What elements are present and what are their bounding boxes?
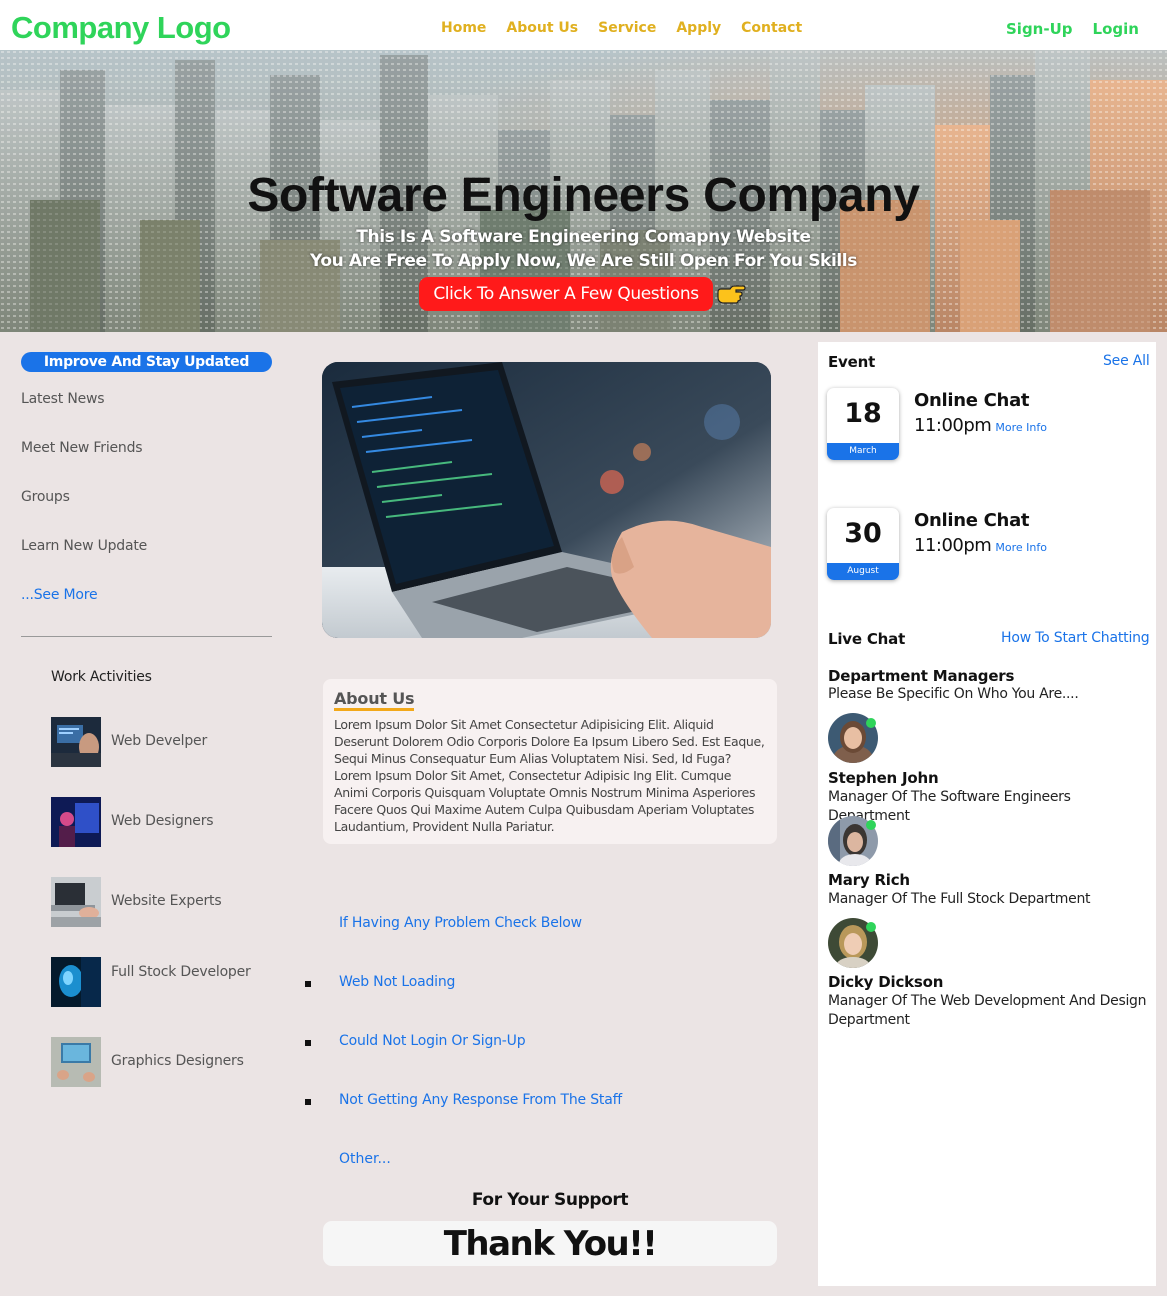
- event-time-value: 11:00pm: [914, 535, 992, 556]
- laptop-coding-image: [322, 362, 771, 638]
- latest-news-link[interactable]: Latest News: [21, 391, 105, 407]
- event-day: 30: [844, 518, 882, 549]
- top-navbar: Company Logo Home About Us Service Apply…: [0, 0, 1167, 50]
- manager-name[interactable]: Mary Rich: [828, 871, 910, 889]
- department-managers-heading: Department Managers: [828, 667, 1015, 685]
- login-link[interactable]: Login: [1093, 20, 1139, 38]
- online-status-indicator: [866, 718, 876, 728]
- event-date-card: 18 March: [827, 388, 899, 460]
- auth-nav: Sign-Up Login: [1006, 20, 1139, 38]
- nav-about-link[interactable]: About Us: [506, 20, 578, 36]
- event-time: 11:00pm More Info: [914, 535, 1047, 556]
- list-bullet: [305, 1099, 311, 1105]
- manager-role: Manager Of The Software Engineers Depart…: [828, 789, 1071, 824]
- work-item-label: Full Stock Developer: [111, 964, 251, 980]
- department-managers-subtitle: Please Be Specific On Who You Are....: [828, 686, 1079, 702]
- groups-link[interactable]: Groups: [21, 489, 70, 505]
- work-activities-heading: Work Activities: [51, 669, 152, 685]
- sidebar-divider: [21, 636, 272, 637]
- about-us-card: About Us Lorem Ipsum Dolor Sit Amet Cons…: [323, 679, 777, 844]
- manager-name[interactable]: Dicky Dickson: [828, 973, 943, 991]
- work-item-label: Web Develper: [111, 733, 208, 749]
- event-time: 11:00pm More Info: [914, 415, 1047, 436]
- event-title: Online Chat: [914, 510, 1030, 531]
- online-status-indicator: [866, 820, 876, 830]
- hero-subtitle-2: You Are Free To Apply Now, We Are Still …: [310, 251, 857, 271]
- manager-role: Manager Of The Web Development And Desig…: [828, 993, 1147, 1028]
- help-login-signup-link[interactable]: Could Not Login Or Sign-Up: [339, 1033, 526, 1049]
- event-day: 18: [844, 398, 882, 429]
- manager-role: Manager Of The Full Stock Department: [828, 891, 1091, 907]
- see-more-link[interactable]: ...See More: [21, 587, 98, 603]
- nav-service-link[interactable]: Service: [598, 20, 656, 36]
- improve-updated-badge: Improve And Stay Updated: [21, 352, 272, 372]
- event-more-info-link[interactable]: More Info: [995, 541, 1047, 554]
- work-item-label: Web Designers: [111, 813, 214, 829]
- main-nav: Home About Us Service Apply Contact: [441, 20, 802, 36]
- nav-contact-link[interactable]: Contact: [741, 20, 802, 36]
- help-web-not-loading-link[interactable]: Web Not Loading: [339, 974, 455, 990]
- work-item-web-developer[interactable]: Web Develper: [51, 717, 271, 767]
- list-bullet: [305, 981, 311, 987]
- list-bullet: [305, 1040, 311, 1046]
- website-experts-thumbnail: [51, 877, 101, 927]
- about-us-text: Lorem Ipsum Dolor Sit Amet Consectetur A…: [334, 717, 765, 834]
- manager-name[interactable]: Stephen John: [828, 769, 939, 787]
- nav-apply-link[interactable]: Apply: [676, 20, 721, 36]
- online-status-indicator: [866, 922, 876, 932]
- questions-cta-button[interactable]: Click To Answer A Few Questions: [419, 277, 713, 311]
- help-no-response-link[interactable]: Not Getting Any Response From The Staff: [339, 1092, 622, 1108]
- nav-home-link[interactable]: Home: [441, 20, 486, 36]
- work-item-web-designers[interactable]: Web Designers: [51, 797, 271, 847]
- hero-title: Software Engineers Company: [247, 169, 920, 222]
- meet-friends-link[interactable]: Meet New Friends: [21, 440, 143, 456]
- how-to-chat-link[interactable]: How To Start Chatting: [1001, 630, 1150, 646]
- web-developer-thumbnail: [51, 717, 101, 767]
- support-text: For Your Support: [471, 1190, 629, 1210]
- web-designers-thumbnail: [51, 797, 101, 847]
- company-logo[interactable]: Company Logo: [11, 10, 231, 46]
- work-item-graphics-designers[interactable]: Graphics Designers: [51, 1037, 271, 1087]
- work-item-label: Website Experts: [111, 893, 222, 909]
- pointing-hand-icon: [717, 285, 746, 304]
- hero-subtitle-1: This Is A Software Engineering Comapny W…: [356, 227, 811, 247]
- help-heading-link[interactable]: If Having Any Problem Check Below: [339, 915, 582, 931]
- live-chat-heading: Live Chat: [828, 630, 906, 648]
- work-item-website-experts[interactable]: Website Experts: [51, 877, 271, 927]
- help-other-link[interactable]: Other...: [339, 1151, 391, 1167]
- about-us-heading: About Us: [334, 689, 415, 711]
- work-item-label: Graphics Designers: [111, 1053, 244, 1069]
- thank-you-banner: Thank You!!: [323, 1221, 777, 1266]
- event-title: Online Chat: [914, 390, 1030, 411]
- event-heading: Event: [828, 353, 876, 371]
- see-all-events-link[interactable]: See All: [1103, 353, 1150, 369]
- event-time-value: 11:00pm: [914, 415, 992, 436]
- signup-link[interactable]: Sign-Up: [1006, 20, 1073, 38]
- hero-banner: Software Engineers Company This Is A Sof…: [0, 50, 1167, 332]
- right-panel: Event See All 18 March Online Chat 11:00…: [818, 342, 1156, 1286]
- event-date-card: 30 August: [827, 508, 899, 580]
- graphics-designers-thumbnail: [51, 1037, 101, 1087]
- full-stock-developer-thumbnail: [51, 957, 101, 1007]
- event-month: August: [827, 563, 899, 580]
- work-item-full-stock-developer[interactable]: Full Stock Developer: [51, 957, 271, 1007]
- event-month: March: [827, 443, 899, 460]
- learn-update-link[interactable]: Learn New Update: [21, 538, 147, 554]
- event-more-info-link[interactable]: More Info: [995, 421, 1047, 434]
